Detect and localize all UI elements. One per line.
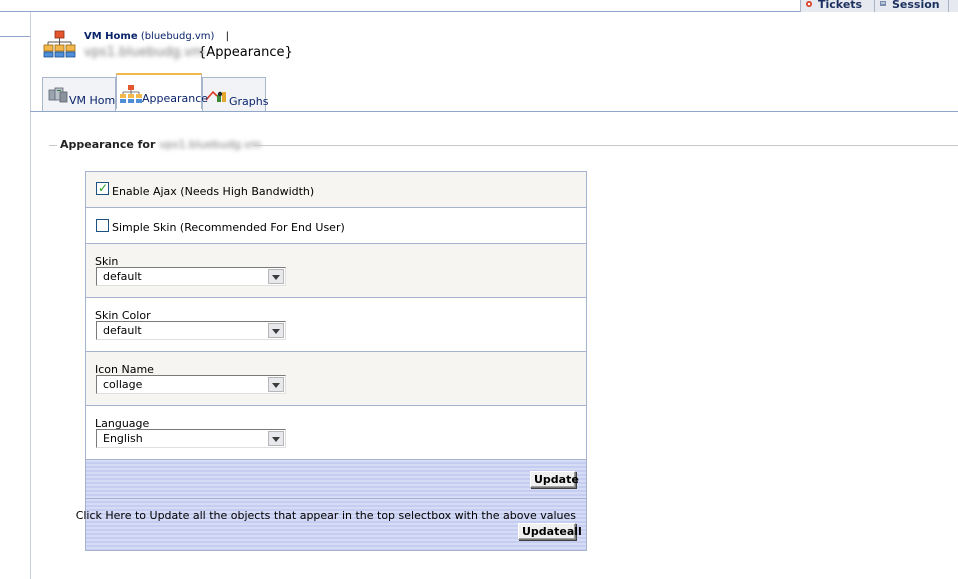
skin-color-row: Skin Color default <box>86 298 586 352</box>
page-title-suffix: {Appearance} <box>198 45 293 60</box>
language-select[interactable]: English <box>96 429 286 448</box>
breadcrumb-home-link[interactable]: VM Home <box>84 31 138 42</box>
icon-name-row: Icon Name collage <box>86 352 586 406</box>
skin-select[interactable]: default <box>96 267 286 286</box>
tab-graphs-label: Graphs <box>229 95 269 108</box>
graphs-icon <box>205 90 226 102</box>
left-frame-edge <box>0 36 30 37</box>
icon-name-select[interactable]: collage <box>96 375 286 394</box>
top-toolbar: Tickets Session <box>0 0 958 12</box>
session-icon <box>879 0 888 8</box>
update-row: Update <box>86 460 586 499</box>
enable-ajax-label: Enable Ajax (Needs High Bandwidth) <box>112 185 315 198</box>
section-title-object: vps1.bluebudg.vm <box>159 138 262 151</box>
updateall-button[interactable]: Updateall <box>518 523 582 540</box>
breadcrumb: VM Home (bluebudg.vm) | <box>84 31 229 42</box>
page-title-object: vps1.bluebudg.vm <box>84 45 205 60</box>
more-tab[interactable] <box>948 0 958 12</box>
tab-bar-baseline <box>30 111 958 112</box>
skin-row: Skin default <box>86 244 586 298</box>
tab-bar: VM Home Appearance Graphs <box>0 73 958 112</box>
tab-graphs[interactable]: Graphs <box>202 77 269 112</box>
icon-name-select-value: collage <box>103 378 143 391</box>
page-title: vps1.bluebudg.vm {Appearance} <box>84 45 293 60</box>
breadcrumb-separator: | <box>225 31 230 42</box>
skin-color-select-value: default <box>103 324 142 337</box>
section-title-label: Appearance for <box>60 138 156 151</box>
simple-skin-row: Simple Skin (Recommended For End User) <box>86 208 586 244</box>
session-label: Session <box>892 0 940 11</box>
session-tab[interactable]: Session <box>874 0 948 12</box>
skin-color-select[interactable]: default <box>96 321 286 340</box>
updateall-row: Click Here to Update all the objects tha… <box>76 499 586 550</box>
chevron-down-icon[interactable] <box>268 323 284 338</box>
tab-vm-home[interactable]: VM Home <box>42 77 122 112</box>
tab-appearance-label: Appearance <box>142 92 209 105</box>
tickets-tab[interactable]: Tickets <box>800 0 874 12</box>
chevron-down-icon[interactable] <box>268 377 284 392</box>
tab-appearance[interactable]: Appearance <box>116 73 208 109</box>
enable-ajax-row: ✓ Enable Ajax (Needs High Bandwidth) <box>86 172 586 208</box>
tickets-label: Tickets <box>818 0 863 11</box>
skin-select-value: default <box>103 270 142 283</box>
appearance-form: ✓ Enable Ajax (Needs High Bandwidth) Sim… <box>76 171 587 551</box>
tab-vm-home-label: VM Home <box>69 94 122 107</box>
chevron-down-icon[interactable] <box>268 431 284 446</box>
section-title: Appearance for vps1.bluebudg.vm <box>60 138 262 151</box>
vm-home-icon <box>48 87 68 103</box>
tickets-icon <box>805 0 814 8</box>
check-icon: ✓ <box>98 181 109 195</box>
simple-skin-checkbox[interactable] <box>96 219 109 232</box>
appearance-icon <box>120 85 142 103</box>
simple-skin-label: Simple Skin (Recommended For End User) <box>112 221 345 234</box>
chevron-down-icon[interactable] <box>268 269 284 284</box>
updateall-hint: Click Here to Update all the objects tha… <box>75 509 576 522</box>
section-rule-right <box>254 145 958 146</box>
enable-ajax-checkbox[interactable]: ✓ <box>96 181 109 195</box>
section-rule-left <box>49 145 57 146</box>
breadcrumb-vm-name: (bluebudg.vm) <box>140 31 215 42</box>
update-button[interactable]: Update <box>530 471 579 488</box>
language-row: Language English <box>86 406 586 460</box>
appearance-header-icon <box>43 30 77 58</box>
language-select-value: English <box>103 432 143 445</box>
